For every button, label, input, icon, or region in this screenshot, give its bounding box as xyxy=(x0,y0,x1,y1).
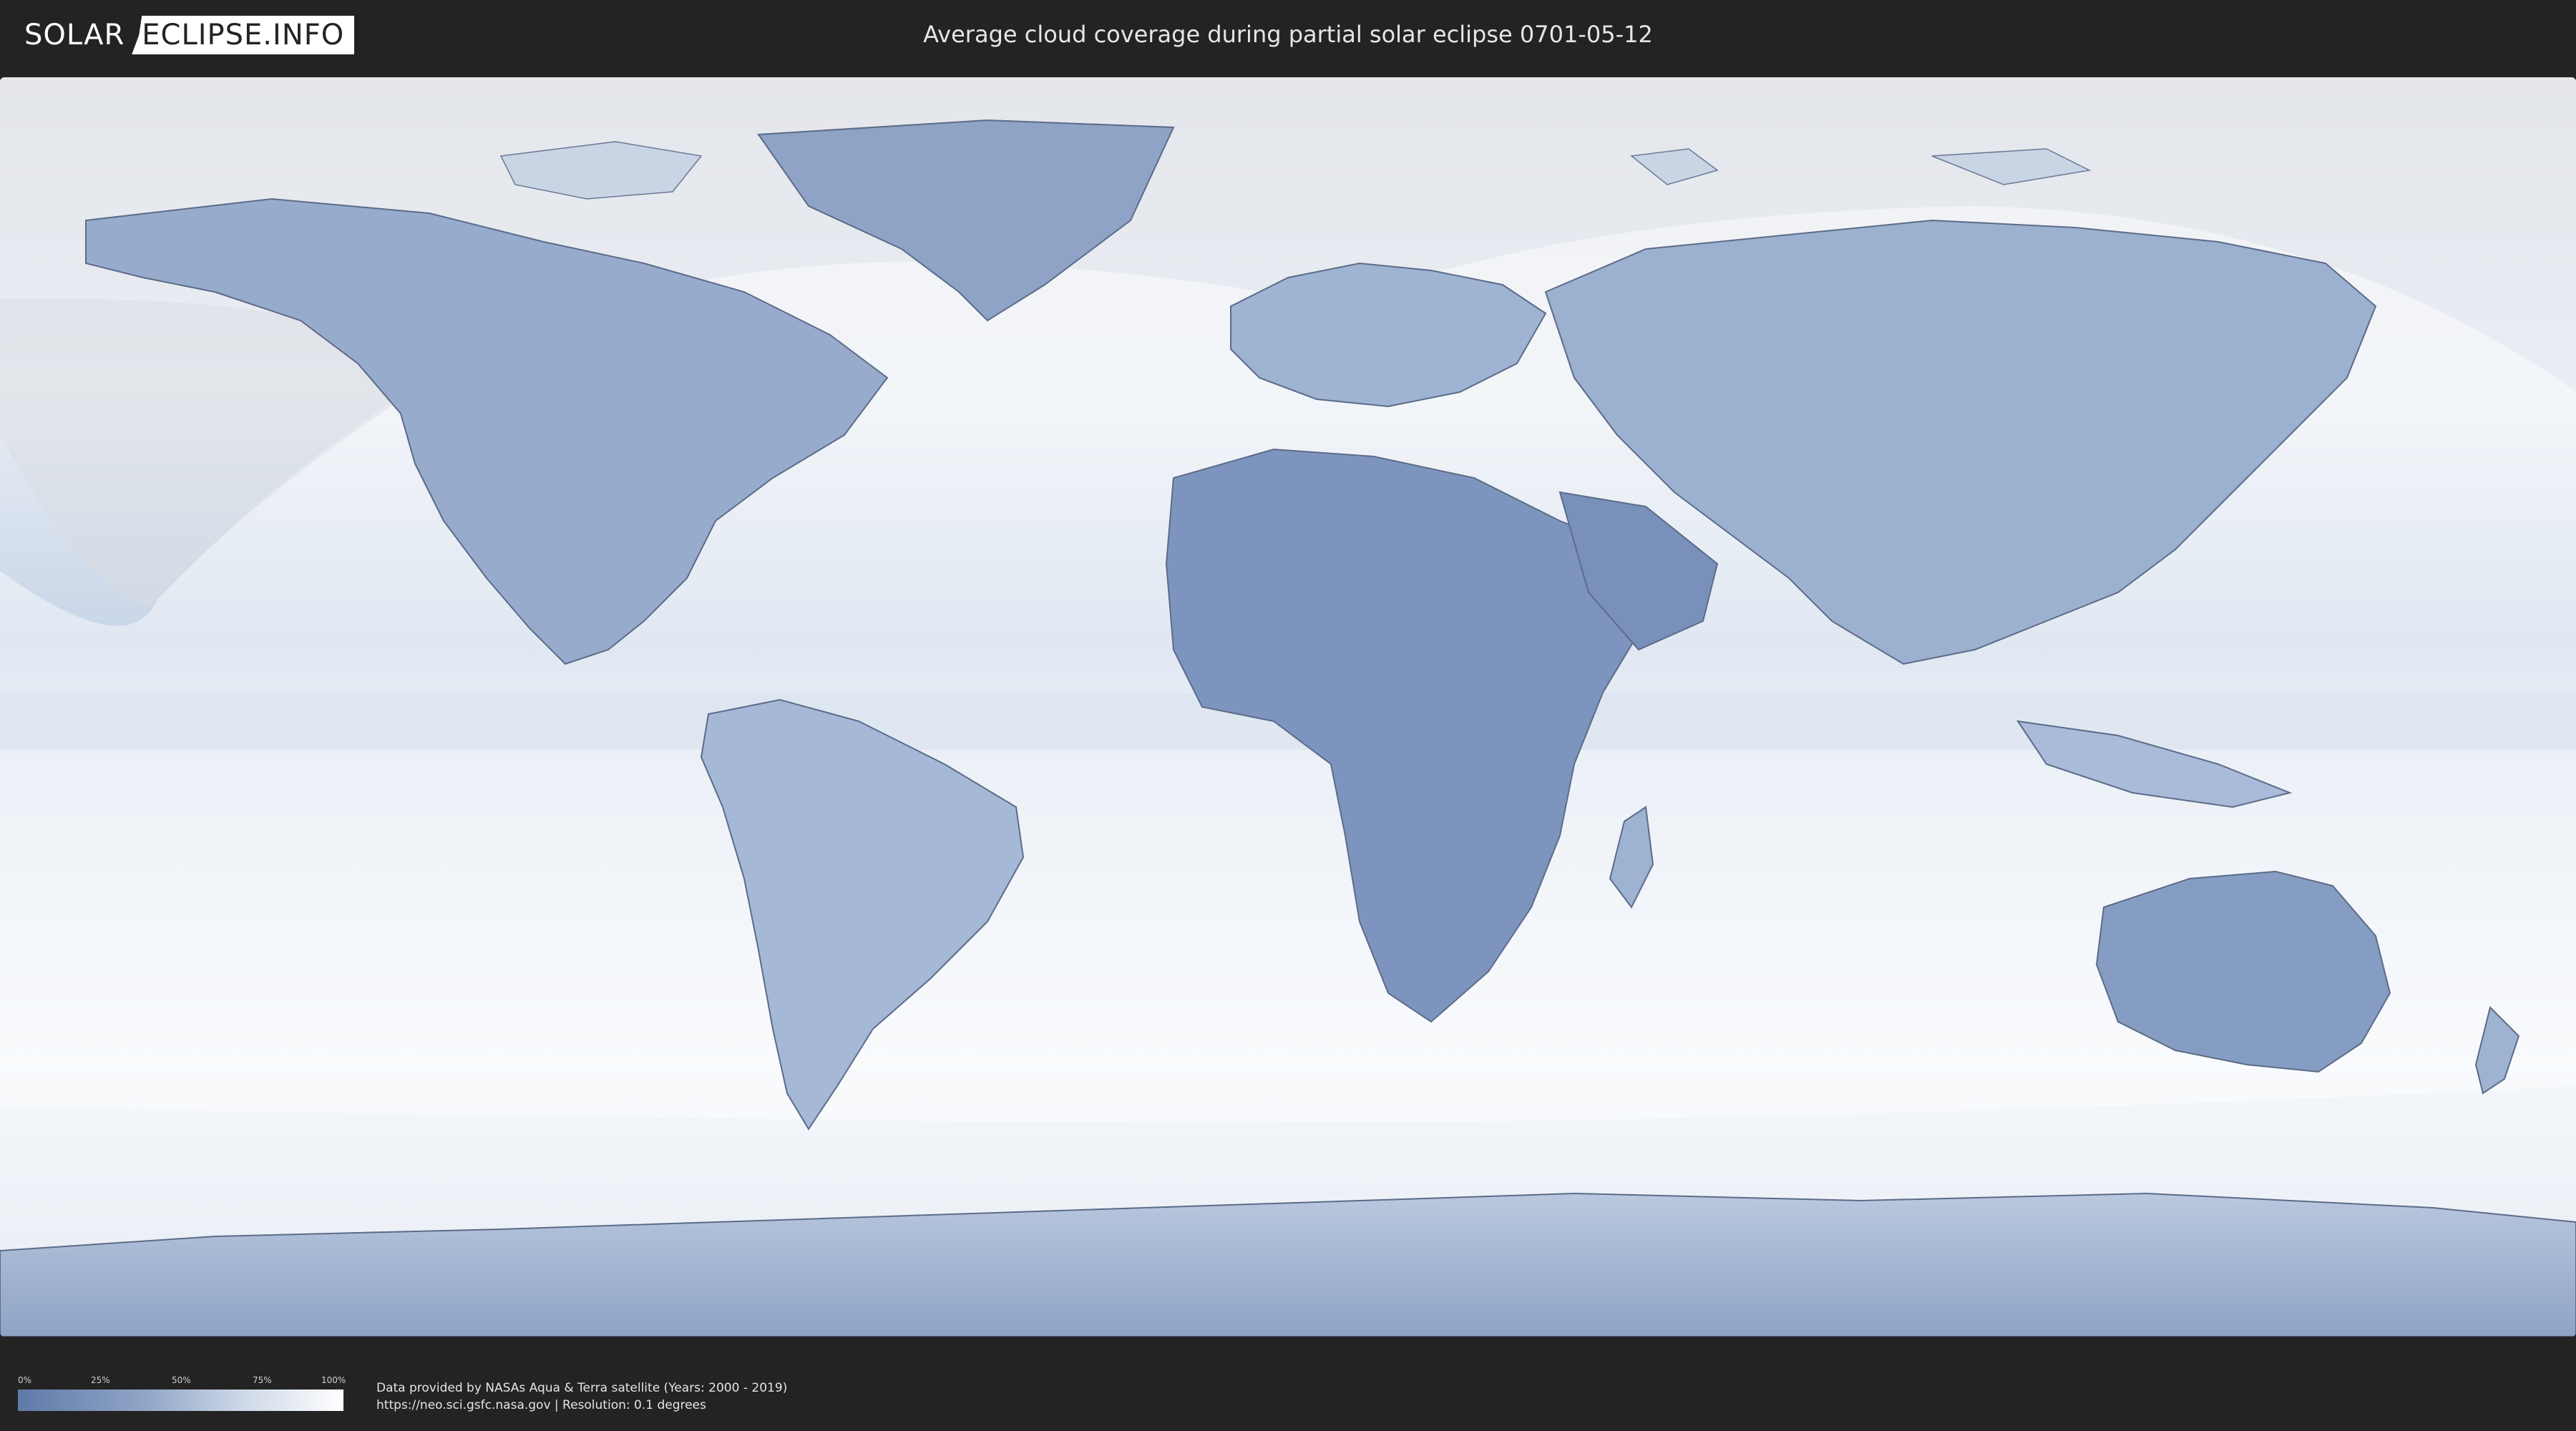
world-map-svg xyxy=(0,77,2576,1337)
legend-tick-75: 75% xyxy=(253,1375,272,1385)
footer-bar: 0% 25% 50% 75% 100% Data provided by NAS… xyxy=(0,1358,2576,1431)
cloud-coverage-map xyxy=(0,77,2576,1337)
legend-tick-0: 0% xyxy=(18,1375,32,1385)
header-bar: SOLAR ECLIPSE.INFO Average cloud coverag… xyxy=(0,0,2576,72)
cloud-coverage-legend: 0% 25% 50% 75% 100% xyxy=(18,1374,346,1411)
data-credits: Data provided by NASAs Aqua & Terra sate… xyxy=(376,1379,787,1414)
credits-line-source: Data provided by NASAs Aqua & Terra sate… xyxy=(376,1381,788,1395)
page-title: Average cloud coverage during partial so… xyxy=(923,21,1653,48)
legend-tick-25: 25% xyxy=(91,1375,110,1385)
legend-gradient-bar xyxy=(18,1390,343,1411)
legend-tick-labels: 0% 25% 50% 75% 100% xyxy=(18,1374,346,1387)
legend-tick-50: 50% xyxy=(172,1375,191,1385)
credits-line-url: https://neo.sci.gsfc.nasa.gov | Resoluti… xyxy=(376,1398,706,1412)
legend-tick-100: 100% xyxy=(321,1375,346,1385)
